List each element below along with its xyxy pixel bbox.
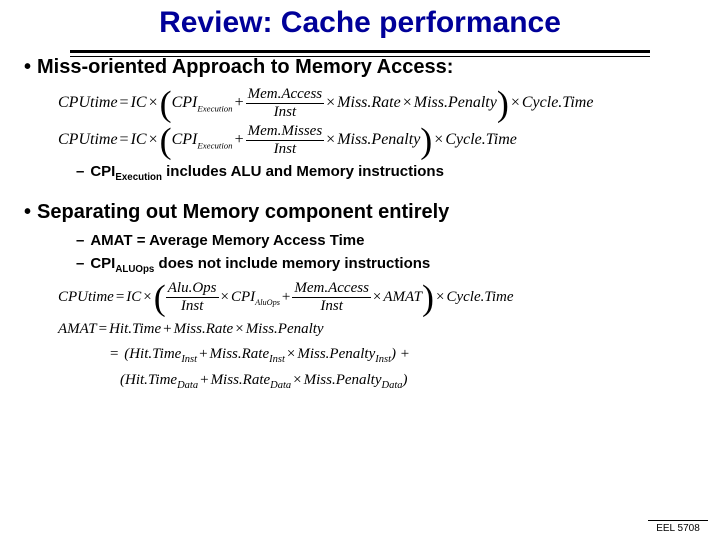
bullet-text: Miss-oriented Approach to Memory Access:: [37, 56, 453, 78]
title-wrap: Review: Cache performance: [0, 0, 720, 42]
sub-bullet-amat-def: –AMAT = Average Memory Access Time: [76, 232, 696, 249]
bullet-dot: •: [24, 56, 31, 78]
equation-cputime-1: CPUtime=IC×(CPIExecution+Mem.AccessInst×…: [58, 87, 696, 120]
sub-bullet-cpi-aluops: –CPIALUOps does not include memory instr…: [76, 255, 696, 275]
equation-cputime-3: CPUtime=IC×(Alu.OpsInst×CPIAluOps+Mem.Ac…: [58, 281, 696, 314]
dash: –: [76, 163, 84, 180]
footer-course-code: EEL 5708: [648, 520, 708, 534]
equation-amat-2: = (Hit.TimeInst+Miss.RateInst×Miss.Penal…: [108, 343, 696, 368]
bullet-dot: •: [24, 201, 31, 223]
bullet-separating: • Separating out Memory component entirel…: [24, 201, 696, 224]
title-rule-thin: [70, 56, 650, 57]
title-rule-thick: [70, 50, 650, 53]
equation-amat-1: AMAT=Hit.Time+Miss.Rate×Miss.Penalty: [58, 318, 696, 341]
equation-amat-3: (Hit.TimeData+Miss.RateData×Miss.Penalty…: [120, 369, 696, 394]
content: • Miss-oriented Approach to Memory Access…: [0, 42, 720, 394]
equation-cputime-2: CPUtime=IC×(CPIExecution+Mem.MissesInst×…: [58, 124, 696, 157]
dash: –: [76, 232, 84, 249]
page-title: Review: Cache performance: [159, 6, 561, 40]
dash: –: [76, 255, 84, 272]
bullet-miss-oriented: • Miss-oriented Approach to Memory Access…: [24, 56, 696, 79]
sub-bullet-cpi-execution: –CPIExecution includes ALU and Memory in…: [76, 163, 696, 183]
bullet-text: Separating out Memory component entirely: [37, 201, 449, 223]
